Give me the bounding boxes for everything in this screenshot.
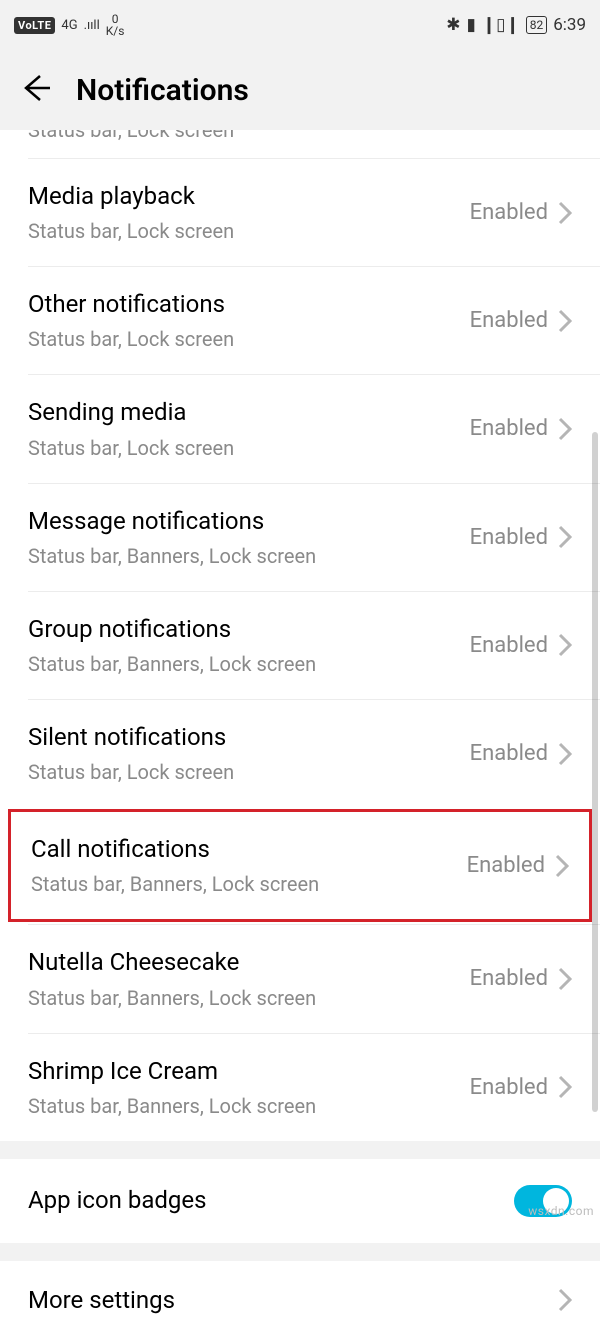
row-status: Enabled [470, 1075, 548, 1100]
row-shrimp-ice-cream[interactable]: Shrimp Ice Cream Status bar, Banners, Lo… [0, 1034, 600, 1141]
row-status: Enabled [470, 416, 548, 441]
network-type: 4G [61, 18, 77, 33]
row-message-notifications[interactable]: Message notifications Status bar, Banner… [0, 484, 600, 591]
row-status: Enabled [470, 966, 548, 991]
chevron-right-icon [558, 633, 572, 657]
chevron-right-icon [558, 1288, 572, 1312]
row-media-playback[interactable]: Media playback Status bar, Lock screen E… [0, 159, 600, 266]
row-other-notifications[interactable]: Other notifications Status bar, Lock scr… [0, 267, 600, 374]
row-subtitle: Status bar, Lock screen [28, 435, 470, 461]
row-subtitle: Status bar, Banners, Lock screen [31, 871, 467, 897]
watermark: wsxdn.com [528, 1204, 594, 1218]
row-call-notifications[interactable]: Call notifications Status bar, Banners, … [11, 812, 589, 919]
row-status: Enabled [470, 741, 548, 766]
chevron-right-icon [558, 742, 572, 766]
chevron-right-icon [558, 309, 572, 333]
row-subtitle: Status bar, Banners, Lock screen [28, 651, 470, 677]
app-bar: Notifications [0, 50, 600, 130]
chevron-right-icon [558, 1075, 572, 1099]
row-group-notifications[interactable]: Group notifications Status bar, Banners,… [0, 592, 600, 699]
highlight-call-notifications: Call notifications Status bar, Banners, … [8, 809, 592, 922]
row-subtitle: Status bar, Lock screen [28, 326, 470, 352]
bluetooth-icon: ✱ [446, 15, 460, 35]
row-title: Call notifications [31, 834, 467, 865]
row-sending-media[interactable]: Sending media Status bar, Lock screen En… [0, 375, 600, 482]
row-title: Group notifications [28, 614, 470, 645]
row-title: Silent notifications [28, 722, 470, 753]
row-subtitle: Status bar, Banners, Lock screen [28, 985, 470, 1011]
row-more-settings[interactable]: More settings [0, 1261, 600, 1340]
partial-row-subtitle: Status bar, Lock screen [0, 130, 600, 158]
chevron-right-icon [558, 417, 572, 441]
chevron-right-icon [558, 201, 572, 225]
row-subtitle: Status bar, Lock screen [28, 218, 470, 244]
row-title: Sending media [28, 397, 470, 428]
row-status: Enabled [470, 525, 548, 550]
back-icon[interactable] [20, 72, 52, 108]
clock: 6:39 [553, 15, 586, 35]
status-left: VoLTE 4G .ııll 0K/s [14, 13, 124, 37]
content: Status bar, Lock screen Media playback S… [0, 130, 600, 1340]
row-subtitle: Status bar, Lock screen [28, 759, 470, 785]
row-status: Enabled [467, 853, 545, 878]
chevron-right-icon [555, 854, 569, 878]
row-nutella-cheesecake[interactable]: Nutella Cheesecake Status bar, Banners, … [0, 925, 600, 1032]
row-subtitle: Status bar, Banners, Lock screen [28, 543, 470, 569]
row-title: Nutella Cheesecake [28, 947, 470, 978]
chevron-right-icon [558, 967, 572, 991]
row-status: Enabled [470, 308, 548, 333]
scrollbar[interactable] [592, 432, 598, 1112]
chevron-right-icon [558, 525, 572, 549]
vibrate-icon: ❙▯❙ [482, 15, 520, 35]
volte-badge: VoLTE [14, 17, 55, 34]
data-speed: 0K/s [106, 13, 125, 37]
page-title: Notifications [76, 73, 249, 108]
battery-percent: 82 [526, 16, 548, 34]
settings-list: Media playback Status bar, Lock screen E… [0, 159, 600, 1141]
battery-small-icon: ▮ [467, 15, 476, 35]
row-app-icon-badges[interactable]: App icon badges [0, 1159, 600, 1243]
row-title: App icon badges [28, 1185, 514, 1216]
row-title: More settings [28, 1285, 558, 1316]
row-title: Shrimp Ice Cream [28, 1056, 470, 1087]
section-gap [0, 1141, 600, 1159]
row-silent-notifications[interactable]: Silent notifications Status bar, Lock sc… [0, 700, 600, 807]
row-status: Enabled [470, 200, 548, 225]
signal-strength-icon: .ııll [84, 18, 100, 33]
row-status: Enabled [470, 633, 548, 658]
status-bar: VoLTE 4G .ııll 0K/s ✱ ▮ ❙▯❙ 82 6:39 [0, 0, 600, 50]
row-subtitle: Status bar, Banners, Lock screen [28, 1093, 470, 1119]
row-title: Media playback [28, 181, 470, 212]
row-title: Message notifications [28, 506, 470, 537]
status-right: ✱ ▮ ❙▯❙ 82 6:39 [446, 15, 586, 35]
section-gap [0, 1243, 600, 1261]
row-title: Other notifications [28, 289, 470, 320]
